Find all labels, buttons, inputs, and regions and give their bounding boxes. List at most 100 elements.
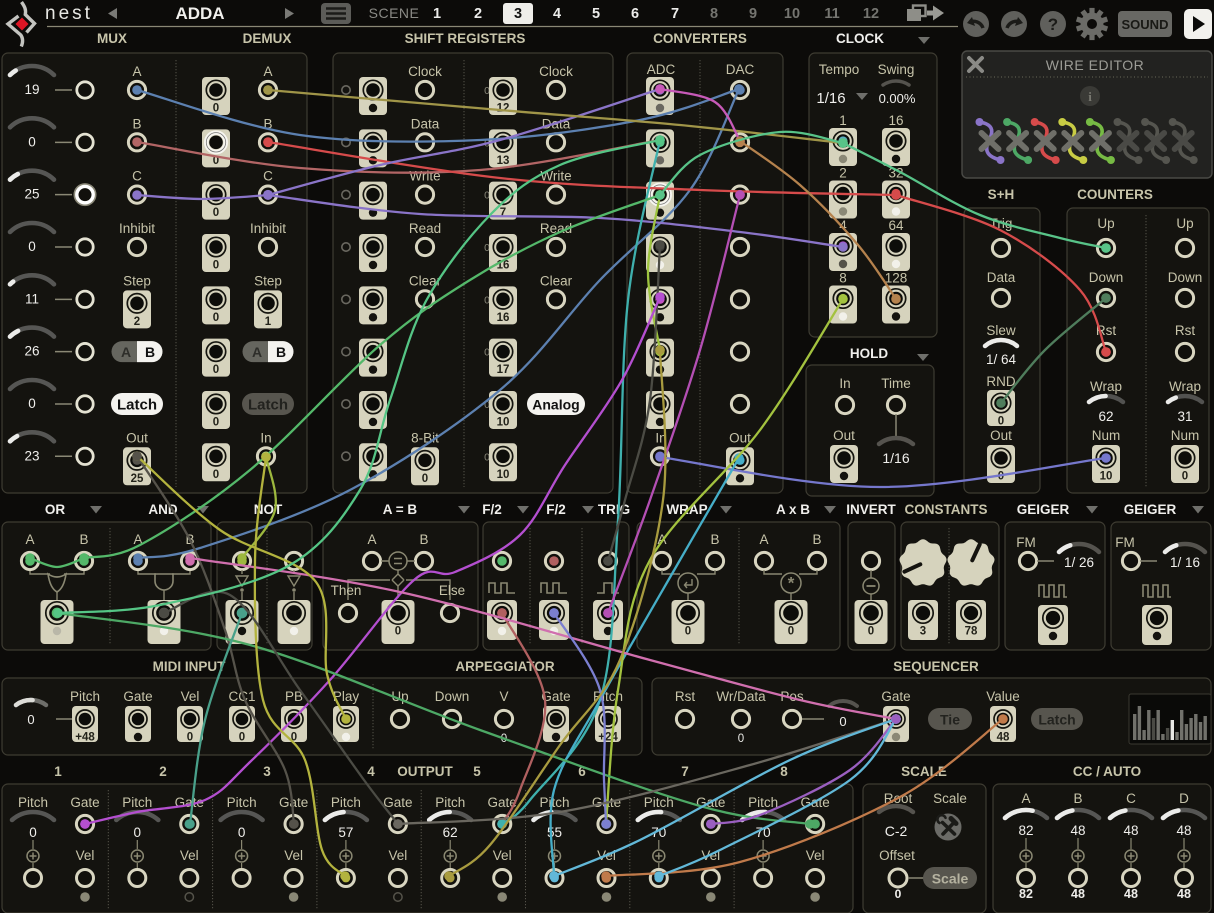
svg-text:COUNTERS: COUNTERS (1077, 187, 1153, 202)
svg-text:Offset: Offset (879, 848, 915, 863)
svg-text:In: In (839, 376, 850, 391)
svg-text:ADDA: ADDA (175, 4, 224, 23)
svg-text:1: 1 (433, 6, 441, 22)
svg-text:DAC: DAC (726, 62, 755, 77)
svg-text:Clock: Clock (408, 64, 442, 79)
svg-text:Pitch: Pitch (748, 795, 778, 810)
svg-text:C-2: C-2 (885, 823, 908, 839)
svg-text:1/ 26: 1/ 26 (1064, 555, 1094, 570)
svg-text:B: B (710, 532, 719, 547)
svg-text:Data: Data (987, 270, 1016, 285)
svg-text:A: A (367, 532, 376, 547)
svg-text:A: A (121, 344, 131, 360)
svg-text:A: A (252, 344, 262, 360)
svg-text:Latch: Latch (1038, 712, 1075, 728)
svg-text:0: 0 (213, 416, 219, 428)
svg-text:8: 8 (780, 764, 788, 779)
svg-text:Pitch: Pitch (227, 795, 257, 810)
svg-text:CLOCK: CLOCK (836, 31, 884, 46)
svg-text:Out: Out (126, 430, 148, 445)
svg-text:Step: Step (123, 273, 151, 288)
svg-text:9: 9 (749, 6, 757, 22)
svg-text:FM: FM (1016, 535, 1036, 550)
svg-text:C: C (1126, 791, 1136, 806)
svg-text:23: 23 (24, 448, 39, 463)
svg-text:16: 16 (888, 113, 903, 128)
svg-text:A x B: A x B (776, 502, 810, 517)
svg-text:Pitch: Pitch (70, 689, 100, 704)
svg-text:7: 7 (681, 764, 689, 779)
svg-text:Swing: Swing (878, 62, 915, 77)
svg-text:GEIGER: GEIGER (1017, 502, 1070, 517)
svg-text:Pitch: Pitch (122, 795, 152, 810)
svg-text:31: 31 (1177, 409, 1192, 424)
svg-text:A: A (1021, 791, 1030, 806)
svg-text:0: 0 (395, 626, 401, 638)
svg-text:RND: RND (986, 374, 1015, 389)
svg-text:0: 0 (998, 416, 1004, 428)
svg-text:MIDI INPUT: MIDI INPUT (153, 659, 227, 674)
svg-text:5: 5 (473, 764, 481, 779)
svg-text:CC / AUTO: CC / AUTO (1073, 764, 1141, 779)
svg-text:1: 1 (265, 316, 272, 328)
svg-text:+48: +48 (75, 732, 95, 744)
svg-text:Rst: Rst (1175, 323, 1195, 338)
svg-text:Read: Read (409, 221, 441, 236)
svg-text:OR: OR (45, 502, 66, 517)
svg-text:0: 0 (213, 103, 219, 115)
svg-text:S+H: S+H (988, 187, 1015, 202)
svg-text:Wr/Data: Wr/Data (716, 689, 766, 704)
svg-text:F/2: F/2 (482, 502, 502, 517)
svg-text:Gate: Gate (383, 795, 412, 810)
svg-text:Slew: Slew (986, 323, 1016, 338)
svg-text:0: 0 (213, 364, 219, 376)
svg-text:SCENE: SCENE (369, 5, 420, 21)
svg-text:1/16: 1/16 (882, 450, 909, 466)
svg-text:1: 1 (54, 764, 62, 779)
svg-text:26: 26 (24, 344, 39, 359)
svg-text:4: 4 (553, 6, 561, 22)
svg-text:1/ 64: 1/ 64 (986, 352, 1017, 367)
svg-text:3: 3 (263, 764, 271, 779)
svg-text:0: 0 (839, 714, 846, 729)
svg-text:+24: +24 (598, 732, 618, 744)
svg-text:i: i (1088, 89, 1092, 104)
svg-text:0.00%: 0.00% (879, 91, 916, 106)
svg-text:0: 0 (1182, 471, 1188, 483)
svg-text:C: C (263, 169, 273, 184)
svg-text:A: A (263, 64, 272, 79)
svg-text:Down: Down (1168, 270, 1203, 285)
svg-text:Vel: Vel (493, 848, 512, 863)
svg-text:82: 82 (1019, 887, 1033, 901)
svg-text:12: 12 (497, 103, 510, 115)
svg-text:MUX: MUX (97, 31, 127, 46)
svg-text:0: 0 (28, 396, 36, 411)
svg-text:CONVERTERS: CONVERTERS (653, 31, 747, 46)
svg-text:SOUND: SOUND (1122, 17, 1169, 32)
svg-text:Value: Value (986, 689, 1020, 704)
svg-text:0: 0 (868, 626, 874, 638)
svg-text:48: 48 (1070, 823, 1085, 838)
svg-text:Write: Write (409, 169, 440, 184)
svg-text:A: A (132, 64, 141, 79)
svg-text:11: 11 (824, 6, 839, 22)
svg-text:2: 2 (839, 166, 847, 181)
svg-text:25: 25 (24, 187, 39, 202)
svg-text:16: 16 (497, 312, 510, 324)
svg-text:6: 6 (631, 6, 639, 22)
svg-text:Analog: Analog (532, 396, 579, 412)
svg-text:WIRE EDITOR: WIRE EDITOR (1046, 57, 1145, 73)
svg-text:nest: nest (45, 3, 93, 24)
svg-text:Clear: Clear (540, 273, 573, 288)
svg-text:V: V (499, 689, 508, 704)
svg-text:Vel: Vel (806, 848, 825, 863)
svg-text:SHIFT REGISTERS: SHIFT REGISTERS (405, 31, 526, 46)
svg-text:Gate: Gate (123, 689, 152, 704)
svg-text:Down: Down (1089, 270, 1124, 285)
svg-text:0: 0 (213, 207, 219, 219)
svg-text:0: 0 (213, 259, 219, 271)
svg-text:Latch: Latch (248, 396, 288, 413)
svg-text:48: 48 (1176, 823, 1191, 838)
svg-text:5: 5 (592, 6, 600, 22)
svg-text:82: 82 (1018, 823, 1033, 838)
